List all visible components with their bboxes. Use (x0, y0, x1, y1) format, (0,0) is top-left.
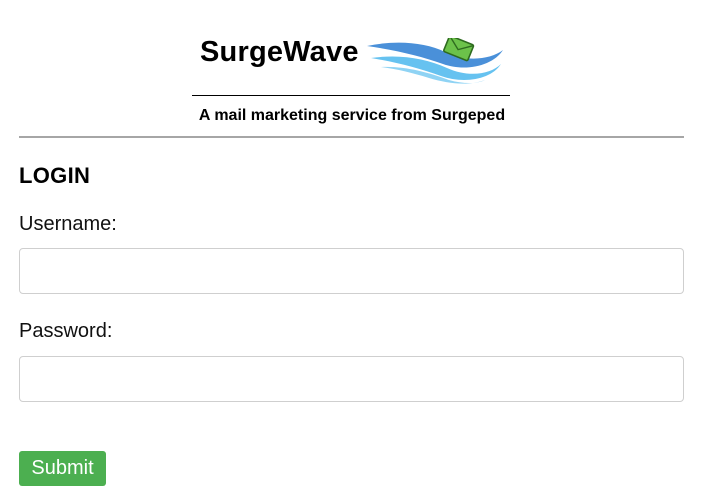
brand-logo: SurgeWave (191, 30, 511, 92)
brand-name: SurgeWave (200, 36, 359, 68)
password-label: Password: (19, 320, 113, 342)
username-input[interactable] (19, 248, 684, 294)
submit-button[interactable]: Submit (19, 451, 106, 486)
username-label: Username: (19, 213, 117, 235)
password-input[interactable] (19, 356, 684, 402)
tagline: A mail marketing service from Surgeped (198, 107, 506, 124)
header-divider (19, 136, 684, 138)
login-page: SurgeWave A mail marketing service from … (0, 0, 704, 501)
wave-envelope-icon (367, 38, 503, 84)
logo-underline (192, 95, 510, 96)
form-title: LOGIN (19, 163, 91, 188)
header: SurgeWave A mail marketing service from … (0, 0, 704, 138)
